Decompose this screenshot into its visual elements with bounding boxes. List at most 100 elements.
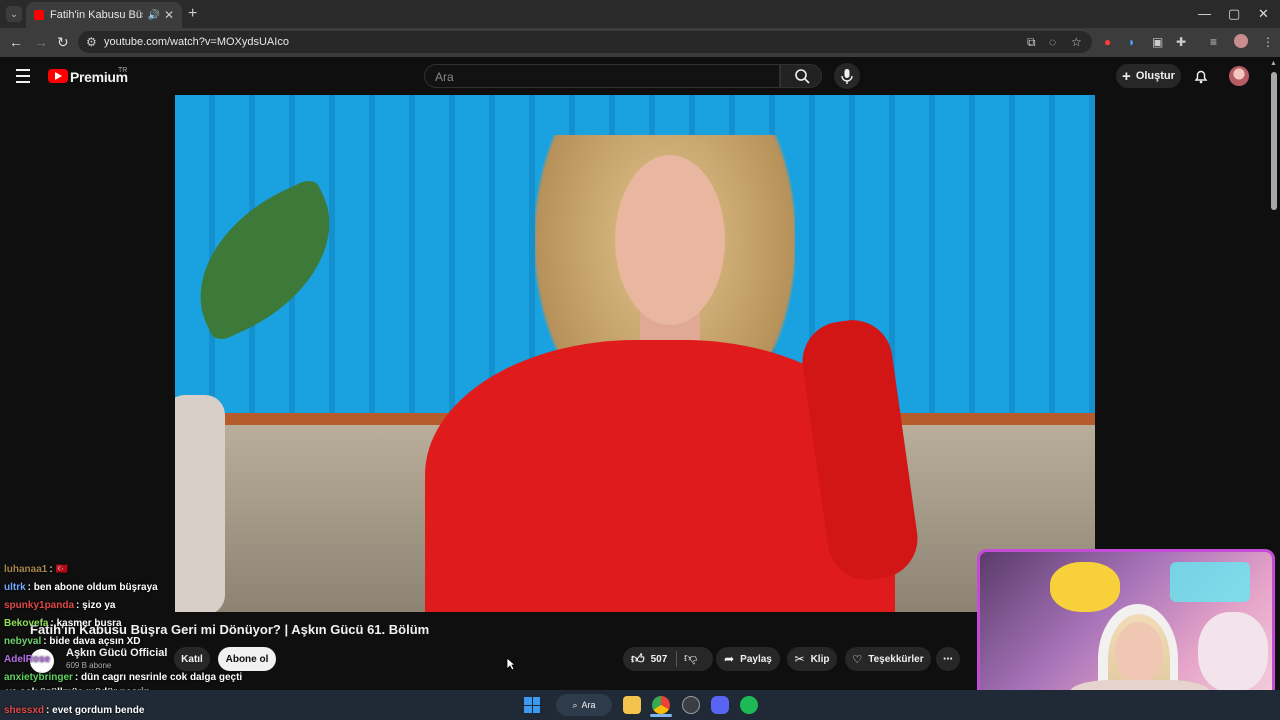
share-button[interactable]: ➦ Paylaş <box>716 647 780 671</box>
taskbar-search-label: Ara <box>581 700 596 710</box>
like-count: 507 <box>650 653 668 665</box>
youtube-logo-icon[interactable] <box>48 69 68 83</box>
create-label: Oluştur <box>1135 70 1175 82</box>
webcam-streamer-face <box>1115 622 1163 684</box>
reload-icon[interactable]: ↻ <box>57 34 69 51</box>
back-icon[interactable]: ← <box>9 34 23 50</box>
file-explorer-icon[interactable] <box>623 696 641 714</box>
webcam-white-plush <box>1198 612 1268 692</box>
profile-avatar-icon[interactable] <box>1234 34 1248 48</box>
chrome-icon[interactable] <box>652 696 670 714</box>
thanks-button[interactable]: ♡ Teşekkürler <box>845 647 931 671</box>
chat-username: AdelRose <box>4 654 51 665</box>
chat-username: anxietybringer <box>4 672 73 683</box>
notifications-bell-icon[interactable] <box>1193 68 1209 89</box>
share-arrow-icon: ➦ <box>724 652 735 666</box>
chat-text: : 🇹🇷 <box>49 564 68 575</box>
chat-text: : dün cagrı nesrinle cok dalga geçti <box>74 672 243 683</box>
like-button[interactable]: 👍︎ 507 <box>623 647 713 671</box>
chat-text: : şizo ya <box>76 600 116 611</box>
country-badge: TR <box>118 67 128 74</box>
voice-search-button[interactable] <box>834 63 860 89</box>
join-button[interactable]: Katıl <box>174 647 210 671</box>
media-controls-icon[interactable]: ≡ <box>1210 35 1217 49</box>
mouse-cursor-icon <box>506 657 517 676</box>
chat-text: : kasmer busra <box>50 618 122 629</box>
install-app-icon[interactable]: ⧉ <box>1027 35 1036 50</box>
thanks-label: Teşekkürler <box>868 653 924 665</box>
channel-name[interactable]: Aşkın Gücü Official <box>66 647 167 659</box>
new-tab-button[interactable]: + <box>188 5 197 23</box>
subscribe-button[interactable]: Abone ol <box>218 647 276 671</box>
github-icon[interactable] <box>682 696 700 714</box>
chat-text: : ben abone oldum büşraya <box>27 582 158 593</box>
like-dislike-divider <box>676 651 677 667</box>
maximize-button[interactable]: ▢ <box>1228 6 1240 22</box>
account-avatar[interactable] <box>1229 66 1249 86</box>
thumbs-down-icon: 👎︎ <box>684 650 698 665</box>
menu-icon[interactable] <box>16 69 30 87</box>
tracking-hidden-icon[interactable]: ◌ <box>1049 35 1056 49</box>
url-text[interactable]: youtube.com/watch?v=MOXydsUAIco <box>104 36 289 48</box>
search-icon: ⌕ <box>572 699 578 710</box>
chat-message: shessxd: evet gordum bende <box>4 705 144 716</box>
chat-message: spunky1panda: şizo ya <box>4 600 116 611</box>
chat-username: ultrk <box>4 582 26 593</box>
extension-audio-icon[interactable]: ◗ <box>1128 35 1135 49</box>
spotify-icon[interactable] <box>740 696 758 714</box>
bookmark-star-icon[interactable]: ☆ <box>1071 35 1082 49</box>
search-button[interactable] <box>780 64 822 88</box>
taskbar-search-button[interactable]: ⌕ Ara <box>556 694 612 716</box>
thumbs-up-icon: 👍︎ <box>631 651 645 666</box>
plus-icon: + <box>1122 67 1131 85</box>
search-input[interactable]: Ara <box>424 64 780 88</box>
super-thanks-icon: ♡ <box>852 653 863 666</box>
chat-text: : evet gordum bende <box>46 705 145 716</box>
chat-username: nebyval <box>4 636 42 647</box>
site-info-icon[interactable]: ⚙ <box>86 35 97 49</box>
channel-subscriber-count: 609 B abone <box>66 661 112 670</box>
scissors-icon: ✂ <box>794 652 805 666</box>
chat-message: nebyval: bide dava açsın XD <box>4 636 141 647</box>
search-icon <box>795 69 810 84</box>
browser-tab-active[interactable]: Fatih'in Kabusu Büşra Geri ... 🔊 ✕ <box>26 2 182 28</box>
webcam-pikachu-plush <box>1050 562 1120 612</box>
microphone-icon <box>841 69 853 84</box>
minimize-button[interactable]: — <box>1198 6 1211 21</box>
discord-icon[interactable] <box>711 696 729 714</box>
scrollbar-thumb[interactable] <box>1271 72 1277 210</box>
share-label: Paylaş <box>740 653 772 665</box>
browser-menu-icon[interactable]: ⋮ <box>1262 35 1274 49</box>
dislike-button[interactable]: 👎︎ <box>684 650 697 666</box>
chat-message: anxietybringer: dün cagrı nesrinle cok d… <box>4 672 242 683</box>
tab-search-menu-button[interactable]: ⌄ <box>6 6 22 22</box>
scroll-up-arrow-icon[interactable]: ▲ <box>1270 60 1277 67</box>
chat-username: Bekovefa <box>4 618 49 629</box>
chat-message: ultrk: ben abone oldum büşraya <box>4 582 158 593</box>
audio-playing-icon[interactable]: 🔊 <box>147 10 159 21</box>
chat-username: shessxd <box>4 705 45 716</box>
active-app-indicator <box>650 714 672 717</box>
chat-message: AdelRose <box>4 654 52 665</box>
tab-title: Fatih'in Kabusu Büşra Geri ... <box>50 9 143 21</box>
chat-message: Bekovefa: kasmer busra <box>4 618 122 629</box>
forward-icon[interactable]: → <box>34 34 48 50</box>
more-actions-button[interactable]: ⋯ <box>936 647 960 671</box>
more-dots-icon: ⋯ <box>943 653 953 665</box>
chat-username: spunky1panda <box>4 600 75 611</box>
clip-button[interactable]: ✂ Klip <box>787 647 837 671</box>
video-scene-person-left <box>175 395 225 612</box>
extension-record-icon[interactable]: ● <box>1104 35 1111 49</box>
create-button[interactable]: + Oluştur <box>1116 64 1181 88</box>
windows-start-icon[interactable] <box>524 697 540 713</box>
extension-game-icon[interactable]: ▣ <box>1152 35 1163 49</box>
video-player[interactable] <box>175 95 1095 612</box>
chat-text: : bide dava açsın XD <box>43 636 141 647</box>
extensions-puzzle-icon[interactable]: ✚ <box>1176 35 1186 49</box>
webcam-neon-light <box>1170 562 1250 602</box>
chat-username: luhanaa1 <box>4 564 48 575</box>
tab-close-icon[interactable]: ✕ <box>164 8 174 22</box>
video-scene-plant <box>175 176 361 344</box>
youtube-favicon-icon <box>34 10 44 20</box>
close-window-button[interactable]: ✕ <box>1258 6 1269 22</box>
